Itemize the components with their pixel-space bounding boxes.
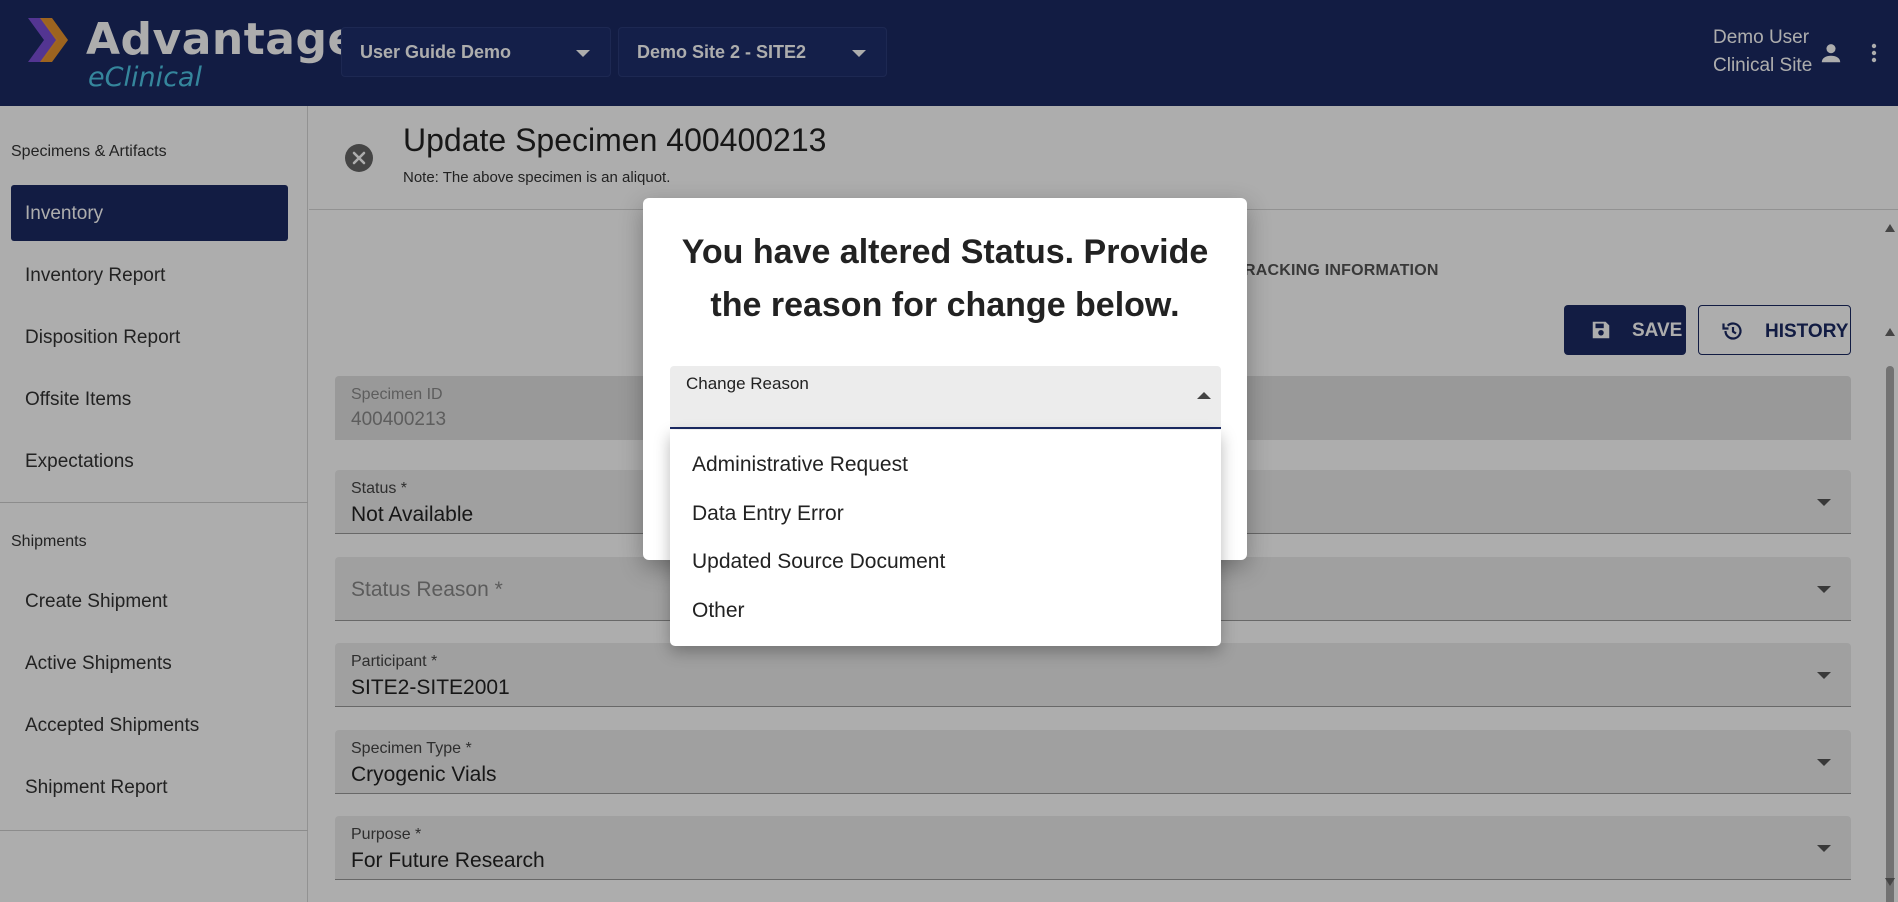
change-reason-label: Change Reason — [686, 374, 809, 393]
option-administrative-request[interactable]: Administrative Request — [670, 442, 1221, 491]
change-reason-select[interactable]: Change Reason — [670, 366, 1221, 429]
dialog-title: You have altered Status. Provide the rea… — [681, 233, 1209, 324]
option-data-entry-error[interactable]: Data Entry Error — [670, 491, 1221, 540]
option-other[interactable]: Other — [670, 588, 1221, 637]
chevron-up-icon — [1197, 392, 1211, 399]
option-updated-source-document[interactable]: Updated Source Document — [670, 539, 1221, 588]
change-reason-menu: Administrative Request Data Entry Error … — [670, 430, 1221, 646]
